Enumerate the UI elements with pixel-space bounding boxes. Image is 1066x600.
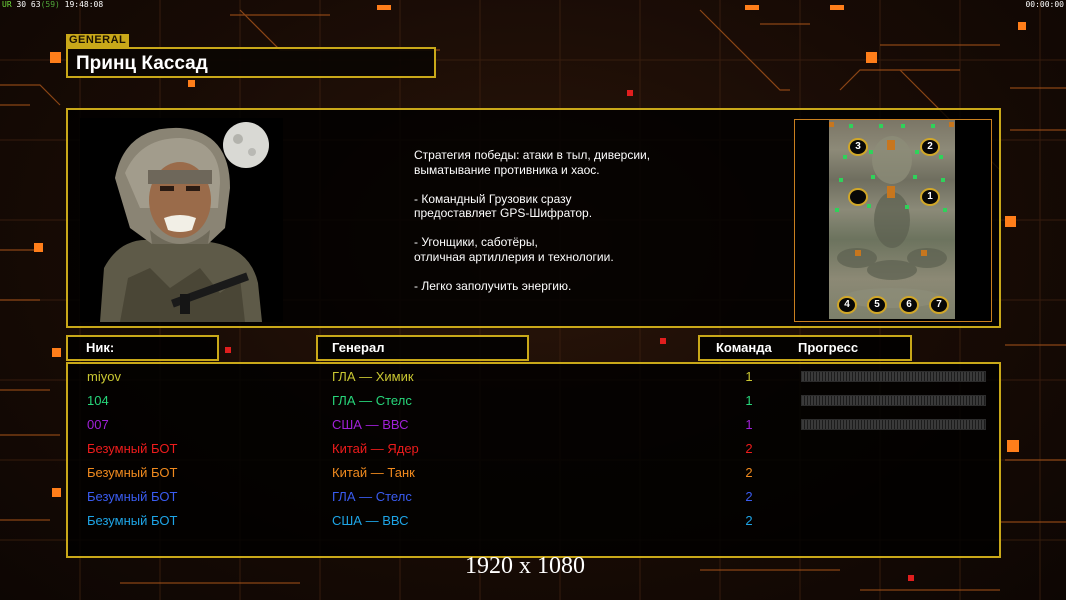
player-row[interactable]: Безумный БОТ США — ВВС 2 [68, 511, 999, 531]
column-header-general: Генерал [316, 335, 529, 361]
column-header-general-label: Генерал [332, 340, 385, 355]
player-row[interactable]: miyov ГЛА — Химик 1 [68, 367, 999, 387]
player-team: 2 [745, 489, 753, 504]
column-header-nick-label: Ник: [86, 340, 115, 355]
player-row[interactable]: Безумный БОТ Китай — Танк 2 [68, 463, 999, 483]
player-team: 2 [745, 513, 753, 528]
player-row[interactable]: Безумный БОТ ГЛА — Стелс 2 [68, 487, 999, 507]
player-row[interactable]: 104 ГЛА — Стелс 1 [68, 391, 999, 411]
column-header-nick: Ник: [66, 335, 219, 361]
general-tag: GENERAL [66, 34, 130, 47]
player-nick: Безумный БОТ [87, 513, 178, 528]
minimap-preview[interactable]: 3 2 1 4 5 6 7 [794, 119, 992, 322]
player-team: 1 [745, 393, 753, 408]
minimap-slot-empty[interactable] [848, 188, 868, 206]
column-header-progress-label: Прогресс [798, 340, 859, 355]
column-header-team-label: Команда [716, 340, 772, 355]
player-general: ГЛА — Стелс [332, 393, 412, 408]
hud-status-label: UR [2, 0, 12, 9]
player-general: ГЛА — Стелс [332, 489, 412, 504]
player-row[interactable]: 007 США — ВВС 1 [68, 415, 999, 435]
general-portrait [80, 118, 283, 322]
player-nick: 104 [87, 393, 109, 408]
general-title-panel: Принц Кассад [66, 47, 436, 78]
player-nick: Безумный БОТ [87, 465, 178, 480]
general-info-panel: Стратегия победы: атаки в тыл, диверсии,… [66, 108, 1001, 328]
player-general: США — ВВС [332, 417, 409, 432]
player-row[interactable]: Безумный БОТ Китай — Ядер 2 [68, 439, 999, 459]
minimap-slot-3[interactable]: 3 [848, 138, 868, 156]
minimap-slot-4[interactable]: 4 [837, 296, 857, 314]
player-progress-bar [801, 395, 986, 406]
player-team: 2 [745, 465, 753, 480]
minimap-slot-2[interactable]: 2 [920, 138, 940, 156]
player-nick: 007 [87, 417, 109, 432]
player-nick: miyov [87, 369, 121, 384]
general-name: Принц Кассад [76, 53, 208, 74]
hud-timer: 00:00:00 [1025, 0, 1064, 9]
hud-paren: (59) [40, 0, 60, 9]
minimap-slot-1[interactable]: 1 [920, 188, 940, 206]
players-panel: miyov ГЛА — Химик 1 104 ГЛА — Стелс 1 007 США —… [66, 362, 1001, 558]
player-progress-bar [801, 371, 986, 382]
resolution-caption: 1920 x 1080 [465, 553, 585, 579]
hud-values: 30 63 [16, 0, 41, 9]
minimap-slot-5[interactable]: 5 [867, 296, 887, 314]
player-team: 1 [745, 369, 753, 384]
minimap-slot-7[interactable]: 7 [929, 296, 949, 314]
hud-status: UR 30 63(59) 19:48:08 [2, 0, 103, 9]
hud-clock: 19:48:08 [64, 0, 104, 9]
strategy-description: Стратегия победы: атаки в тыл, диверсии,… [414, 148, 651, 293]
player-general: ГЛА — Химик [332, 369, 414, 384]
player-general: США — ВВС [332, 513, 409, 528]
player-general: Китай — Ядер [332, 441, 419, 456]
minimap-slot-6[interactable]: 6 [899, 296, 919, 314]
player-progress-bar [801, 419, 986, 430]
column-header-team-progress: Команда Прогресс [698, 335, 912, 361]
player-team: 1 [745, 417, 753, 432]
player-general: Китай — Танк [332, 465, 415, 480]
player-team: 2 [745, 441, 753, 456]
player-nick: Безумный БОТ [87, 489, 178, 504]
player-nick: Безумный БОТ [87, 441, 178, 456]
